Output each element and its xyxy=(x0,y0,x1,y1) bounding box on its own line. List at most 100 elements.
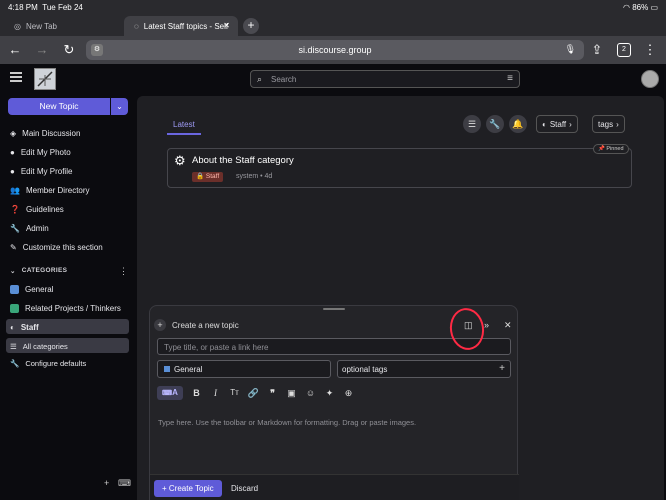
wrench-icon: 🔧 xyxy=(10,358,20,368)
sidebar-category-related-projects[interactable]: Related Projects / Thinkers xyxy=(10,301,121,315)
composer-footer: + Create Topic Discard xyxy=(150,474,519,500)
discourse-icon: ◌ xyxy=(134,21,139,31)
sidebar-all-categories[interactable]: ☰ All categories xyxy=(10,339,68,353)
share-icon[interactable]: ⇪ xyxy=(590,43,604,57)
battery-icon: ▭ xyxy=(650,3,658,12)
keyboard-icon[interactable]: ⌨ xyxy=(118,478,131,489)
tab-latest[interactable]: Latest xyxy=(173,120,195,129)
wrench-button[interactable]: 🔧 xyxy=(486,115,504,133)
pencil-icon: ✎ xyxy=(10,242,17,252)
browser-toolbar: ← → ↻ ⚙ si.discourse.group 🎙 ⇪ 2 ⋮ xyxy=(0,36,666,64)
sidebar-item-main-discussion[interactable]: ◈ Main Discussion xyxy=(10,126,80,140)
logo-graphic xyxy=(37,71,53,87)
composer-grip[interactable] xyxy=(323,308,345,310)
image-icon[interactable]: ▣ xyxy=(282,385,301,401)
layers-icon: ◈ xyxy=(10,128,17,138)
close-icon[interactable]: ✕ xyxy=(504,320,512,331)
topic-card[interactable]: ⚙ About the Staff category 🔒 Staff syste… xyxy=(167,144,632,188)
search-icon: ⌕ xyxy=(257,74,263,84)
bold-icon[interactable]: B xyxy=(187,385,206,401)
new-topic-button[interactable]: New Topic xyxy=(8,98,110,115)
categories-menu-icon[interactable]: ⋮ xyxy=(119,266,128,277)
sidebar-item-admin[interactable]: 🔧 Admin xyxy=(10,221,49,235)
users-icon: 👥 xyxy=(10,185,20,195)
filter-icon[interactable]: ≡ xyxy=(507,73,513,84)
composer-action-icon[interactable]: + xyxy=(154,319,166,331)
topic-title[interactable]: About the Staff category xyxy=(192,155,294,166)
site-logo[interactable] xyxy=(34,68,56,90)
tab-latest-staff[interactable]: ◌ Latest Staff topics - Self ✕ xyxy=(124,16,238,36)
reload-icon[interactable]: ↻ xyxy=(62,43,76,57)
more-options-icon[interactable]: ⊕ xyxy=(339,385,358,401)
wrench-icon: 🔧 xyxy=(10,223,20,233)
category-select[interactable]: General xyxy=(157,360,331,378)
close-tab-icon[interactable]: ✕ xyxy=(223,21,230,30)
minimize-icon[interactable]: » xyxy=(484,320,489,330)
back-icon[interactable]: ← xyxy=(8,43,22,57)
more-icon[interactable]: ⋮ xyxy=(643,43,657,57)
lock-icon: 🔒 xyxy=(196,173,205,180)
microphone-icon[interactable]: 🎙 xyxy=(565,44,576,55)
categories-header[interactable]: ⌄ CATEGORIES xyxy=(10,267,67,275)
list-view-button[interactable]: ☰ xyxy=(463,115,481,133)
question-icon: ❓ xyxy=(10,204,20,214)
browser-tab-bar: ◎ New Tab ◌ Latest Staff topics - Self ✕… xyxy=(0,16,666,36)
sidebar-category-general[interactable]: General xyxy=(10,282,53,296)
new-topic-dropdown[interactable]: ⌄ xyxy=(111,98,128,115)
sidebar-item-guidelines[interactable]: ❓ Guidelines xyxy=(10,202,64,216)
discard-button[interactable]: Discard xyxy=(231,484,258,493)
user-avatar[interactable] xyxy=(641,70,659,88)
sidebar-configure-defaults[interactable]: 🔧 Configure defaults xyxy=(10,356,86,370)
category-filter-chip[interactable]: ◐ Staff › xyxy=(536,115,578,133)
list-icon: ☰ xyxy=(10,341,17,351)
status-battery: ◠ 86% ▭ xyxy=(622,3,658,12)
sparkle-icon[interactable]: ✦ xyxy=(320,385,339,401)
tab-new-tab[interactable]: ◎ New Tab xyxy=(4,16,122,36)
url-bar[interactable]: ⚙ si.discourse.group 🎙 xyxy=(86,40,584,60)
staff-shield-icon: ◐ xyxy=(10,322,15,332)
plus-icon: + xyxy=(162,484,167,493)
keyboard-icon: ⌨ xyxy=(162,390,173,397)
chevron-right-icon: › xyxy=(569,119,572,129)
notification-bell-button[interactable]: 🔔 xyxy=(509,115,527,133)
italic-icon[interactable]: I xyxy=(206,385,225,401)
pinned-badge: 📌 Pinned xyxy=(593,144,629,154)
chevron-right-icon: › xyxy=(616,119,619,129)
category-swatch xyxy=(10,303,19,313)
heading-icon[interactable]: Tᴛ xyxy=(225,385,244,401)
globe-icon: ◎ xyxy=(14,21,21,31)
link-icon[interactable]: 🔗 xyxy=(244,385,263,401)
tab-count-button[interactable]: 2 xyxy=(617,43,631,57)
category-swatch xyxy=(10,284,19,294)
gear-icon: ⚙ xyxy=(174,153,186,168)
tags-filter-chip[interactable]: tags › xyxy=(592,115,625,133)
create-topic-button[interactable]: + Create Topic xyxy=(154,480,222,497)
plus-icon: + xyxy=(499,363,505,374)
quote-icon[interactable]: ❞ xyxy=(263,385,282,401)
category-swatch xyxy=(164,366,170,372)
sidebar: New Topic ⌄ ◈ Main Discussion ● Edit My Ph… xyxy=(0,94,136,500)
chevron-down-icon: ⌄ xyxy=(10,268,16,275)
category-badge[interactable]: 🔒 Staff xyxy=(192,172,224,182)
tags-input[interactable]: optional tags + xyxy=(337,360,511,378)
sidebar-item-edit-photo[interactable]: ● Edit My Photo xyxy=(10,145,71,159)
sidebar-item-customize[interactable]: ✎ Customize this section xyxy=(10,240,103,254)
wifi-icon: ◠ xyxy=(622,3,630,12)
sidebar-item-edit-profile[interactable]: ● Edit My Profile xyxy=(10,164,72,178)
composer-title: Create a new topic xyxy=(172,321,239,330)
sidebar-item-member-directory[interactable]: 👥 Member Directory xyxy=(10,183,90,197)
user-circle-icon: ● xyxy=(10,147,15,157)
body-editor[interactable]: Type here. Use the toolbar or Markdown f… xyxy=(158,418,416,427)
hamburger-icon[interactable] xyxy=(10,72,22,82)
shield-icon: ◐ xyxy=(542,119,547,129)
add-section-icon[interactable]: + xyxy=(104,478,109,488)
app-header: ⌕ Search ≡ xyxy=(0,64,666,94)
markdown-mode-toggle[interactable]: ⌨A xyxy=(157,386,183,400)
pin-icon: 📌 xyxy=(598,146,605,152)
emoji-icon[interactable]: ☺ xyxy=(301,385,320,401)
sidebar-category-staff[interactable]: ◐ Staff xyxy=(10,320,39,334)
format-toolbar: ⌨A B I Tᴛ 🔗 ❞ ▣ ☺ ✦ ⊕ xyxy=(157,385,358,401)
forward-icon[interactable]: → xyxy=(35,43,49,57)
search-box[interactable]: ⌕ Search ≡ xyxy=(250,70,520,88)
new-tab-button[interactable]: + xyxy=(243,18,259,34)
